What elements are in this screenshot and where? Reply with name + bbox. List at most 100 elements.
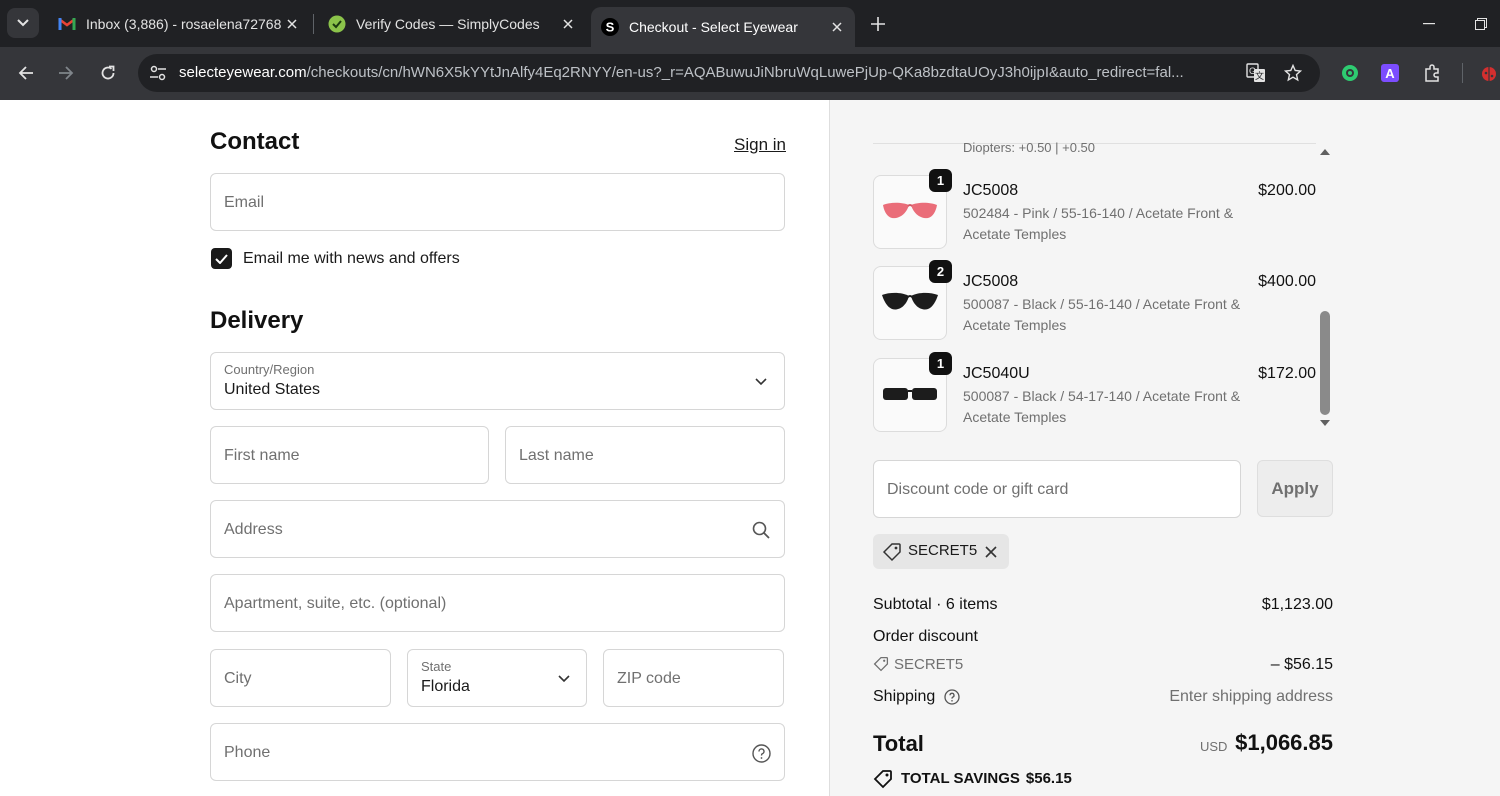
minimize-button[interactable] <box>1417 12 1441 36</box>
site-info-icon[interactable] <box>146 61 170 85</box>
quantity-badge: 1 <box>929 352 952 375</box>
item-description: 500087 - Black / 55-16-140 / Acetate Fro… <box>963 296 1241 333</box>
remove-discount-icon[interactable] <box>981 542 1001 562</box>
translate-icon[interactable]: G文 <box>1245 62 1267 84</box>
search-icon <box>750 519 772 541</box>
tab-title: Checkout - Select Eyewear <box>629 19 798 35</box>
checkout-page: Contact Sign in Email Email me with news… <box>0 100 1500 796</box>
email-field[interactable]: Email <box>210 173 785 231</box>
svg-text:文: 文 <box>1255 70 1264 82</box>
shipping-value: Enter shipping address <box>1169 688 1333 705</box>
sunglasses-icon <box>883 388 937 400</box>
discount-code-label: SECRET5 <box>894 656 964 673</box>
chevron-down-icon <box>17 19 29 27</box>
shipping-label: Shipping <box>873 688 936 705</box>
tab-simplycodes[interactable]: Verify Codes — SimplyCodes <box>318 7 586 41</box>
currency-code: USD <box>1200 739 1228 754</box>
extension-green-icon[interactable] <box>1339 62 1361 84</box>
scrollbar-thumb[interactable] <box>1320 311 1330 415</box>
zip-field[interactable]: ZIP code <box>603 649 784 707</box>
partial-item-line: Diopters: +0.50 | +0.50 <box>963 140 1096 155</box>
selecteyewear-icon: S <box>601 18 619 36</box>
item-price: $200.00 <box>1258 182 1316 199</box>
extensions-puzzle-icon[interactable] <box>1421 62 1443 84</box>
back-button[interactable] <box>12 59 40 87</box>
chevron-down-icon <box>750 371 772 393</box>
phone-field[interactable]: Phone <box>210 723 785 781</box>
tab-title: Verify Codes — SimplyCodes <box>356 16 540 32</box>
browser-toolbar: selecteyewear.com/checkouts/cn/hWN6X5kYY… <box>0 47 1500 100</box>
order-discount-label: Order discount <box>873 628 978 645</box>
tab-gmail[interactable]: Inbox (3,886) - rosaelena72768@ <box>48 7 310 41</box>
applied-code: SECRET5 <box>908 542 978 559</box>
discount-code-field[interactable]: Discount code or gift card <box>873 460 1241 518</box>
last-name-placeholder: Last name <box>519 447 594 464</box>
zip-placeholder: ZIP code <box>617 670 681 687</box>
apartment-placeholder: Apartment, suite, etc. (optional) <box>224 595 447 612</box>
country-label: Country/Region <box>224 362 315 377</box>
contact-title: Contact <box>210 128 300 155</box>
state-value: Florida <box>421 678 470 695</box>
order-item: 1 JC5008 502484 - Pink / 55-16-140 / Ace… <box>873 169 1318 250</box>
address-placeholder: Address <box>224 521 283 538</box>
url-text[interactable]: selecteyewear.com/checkouts/cn/hWN6X5kYY… <box>179 64 1229 81</box>
tab-title: Inbox (3,886) - rosaelena72768@ <box>86 16 282 32</box>
savings-value: $56.15 <box>1025 770 1072 787</box>
plus-icon <box>871 17 885 31</box>
total-value: $1,066.85 <box>1235 730 1333 755</box>
applied-discount-chip: SECRET5 <box>873 534 1009 569</box>
address-bar[interactable]: selecteyewear.com/checkouts/cn/hWN6X5kYY… <box>138 54 1320 92</box>
scroll-down-arrow-icon[interactable] <box>1319 418 1331 428</box>
first-name-field[interactable]: First name <box>210 426 489 484</box>
savings-tag-icon <box>873 770 892 789</box>
tab-search-button[interactable] <box>7 8 39 38</box>
apply-discount-button[interactable]: Apply <box>1257 460 1333 517</box>
close-icon[interactable] <box>282 14 302 34</box>
total-savings: TOTAL SAVINGS $56.15 <box>901 770 1072 787</box>
apartment-field[interactable]: Apartment, suite, etc. (optional) <box>210 574 785 632</box>
tab-separator <box>313 14 314 34</box>
checkout-form: Contact Sign in Email Email me with news… <box>0 100 829 796</box>
city-placeholder: City <box>224 670 252 687</box>
help-circle-icon[interactable] <box>944 689 960 705</box>
url-host: selecteyewear.com <box>179 64 307 81</box>
order-item: 1 JC5040U 500087 - Black / 54-17-140 / A… <box>873 352 1318 433</box>
order-item: 2 JC5008 500087 - Black / 55-16-140 / Ac… <box>873 260 1318 341</box>
item-name: JC5040U <box>963 365 1030 382</box>
newsletter-checkbox[interactable] <box>211 248 232 269</box>
savings-label: TOTAL SAVINGS <box>901 770 1020 787</box>
state-select[interactable]: State Florida <box>407 649 587 707</box>
scroll-up-arrow-icon[interactable] <box>1319 147 1331 157</box>
quantity-badge: 2 <box>929 260 952 283</box>
last-name-field[interactable]: Last name <box>505 426 785 484</box>
item-name: JC5008 <box>963 182 1019 199</box>
tag-icon <box>873 656 889 672</box>
checkmark-icon <box>215 253 228 264</box>
browser-tabstrip: Inbox (3,886) - rosaelena72768@ Verify C… <box>0 0 1500 47</box>
extension-letter: A <box>1385 66 1395 81</box>
minimize-icon <box>1423 23 1435 25</box>
forward-button[interactable] <box>52 59 80 87</box>
item-name: JC5008 <box>963 273 1019 290</box>
sunglasses-icon <box>882 292 938 310</box>
city-field[interactable]: City <box>210 649 391 707</box>
bookmark-star-icon[interactable] <box>1282 62 1304 84</box>
discount-placeholder: Discount code or gift card <box>887 481 1069 498</box>
close-icon[interactable] <box>827 17 847 37</box>
profile-ladybug-icon[interactable] <box>1478 62 1500 84</box>
sign-in-link[interactable]: Sign in <box>734 135 786 155</box>
reload-button[interactable] <box>94 59 122 87</box>
first-name-placeholder: First name <box>224 447 300 464</box>
extension-a-icon[interactable]: A <box>1379 62 1401 84</box>
address-field[interactable]: Address <box>210 500 785 558</box>
close-icon[interactable] <box>558 14 578 34</box>
country-select[interactable]: Country/Region United States <box>210 352 785 410</box>
restore-button[interactable] <box>1469 12 1493 36</box>
new-tab-button[interactable] <box>866 12 890 36</box>
country-value: United States <box>224 381 321 398</box>
tab-checkout[interactable]: S Checkout - Select Eyewear <box>591 7 855 47</box>
help-circle-icon[interactable] <box>750 742 772 764</box>
arrow-left-icon <box>18 66 33 80</box>
toolbar-divider <box>1462 63 1463 83</box>
chevron-down-icon <box>553 668 575 690</box>
